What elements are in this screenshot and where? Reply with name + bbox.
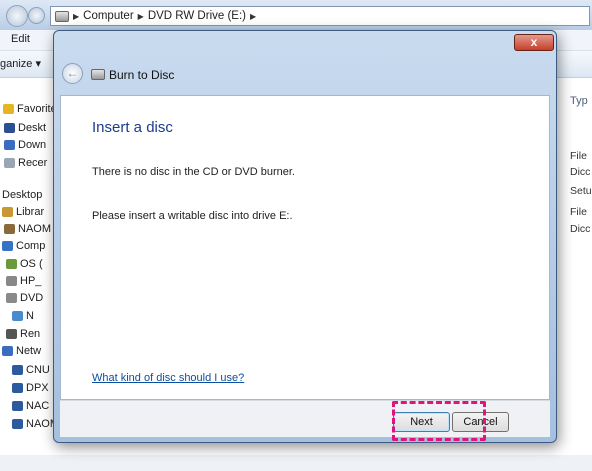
message-no-disc: There is no disc in the CD or DVD burner… xyxy=(92,166,295,178)
desktop-icon xyxy=(4,123,15,133)
nav-item[interactable]: Ren xyxy=(6,326,40,342)
address-segment-computer[interactable]: Computer xyxy=(83,10,134,22)
burn-to-disc-dialog: x ← Burn to Disc Insert a disc There is … xyxy=(53,30,557,443)
nav-item-label: NAC xyxy=(26,400,50,412)
nav-item-label: Ren xyxy=(20,328,41,340)
back-arrow-icon[interactable]: ← xyxy=(62,63,83,84)
nav-item-label: DVD xyxy=(20,292,44,304)
nav-item-label: NAOMI-XRAY-A xyxy=(26,418,54,430)
organize-button[interactable]: ganize ▾ xyxy=(0,57,41,70)
forward-button[interactable] xyxy=(28,7,45,24)
file-list-item-type[interactable]: Dicc xyxy=(570,223,590,235)
file-list-item-type[interactable]: File xyxy=(570,206,587,218)
explorer-title-bar: ▶ Computer ▶ DVD RW Drive (E:) ▶ xyxy=(0,0,592,30)
network-pc-icon xyxy=(12,365,23,375)
nav-item[interactable]: Netw xyxy=(2,343,41,359)
nav-item[interactable]: Favorite xyxy=(3,101,54,117)
address-bar[interactable]: ▶ Computer ▶ DVD RW Drive (E:) ▶ xyxy=(50,6,590,26)
downloads-icon xyxy=(4,140,15,150)
nav-item-label: Netw xyxy=(16,345,42,357)
nav-item[interactable]: OS ( xyxy=(6,256,43,272)
nav-item[interactable]: Librar xyxy=(2,204,44,220)
chevron-right-icon: ▶ xyxy=(137,11,144,21)
nav-item-label: CNU xyxy=(26,364,50,376)
nav-item[interactable]: DPX xyxy=(12,380,49,396)
status-strip xyxy=(0,455,592,471)
next-button-highlight xyxy=(392,401,486,441)
nav-item-label: Comp xyxy=(16,240,46,252)
file-icon xyxy=(12,311,23,321)
navigation-pane: Favorite Deskt Down Recer Desktop Librar NAOM C… xyxy=(0,78,54,471)
nav-item[interactable]: HP_ xyxy=(6,273,41,289)
address-segment-dvd[interactable]: DVD RW Drive (E:) xyxy=(148,10,246,22)
file-list-item-type[interactable]: Setu xyxy=(570,185,592,197)
nav-item-label: DPX xyxy=(26,382,49,394)
close-button[interactable]: x xyxy=(514,34,554,51)
dialog-header: ← Burn to Disc xyxy=(60,57,550,91)
nav-item-label: Favorite xyxy=(17,103,54,115)
network-pc-icon xyxy=(12,383,23,393)
nav-item[interactable]: DVD xyxy=(6,290,43,306)
chevron-right-icon: ▶ xyxy=(250,11,257,21)
nav-item[interactable]: NAOM xyxy=(4,221,51,237)
menu-edit[interactable]: Edit xyxy=(11,33,30,45)
help-link[interactable]: What kind of disc should I use? xyxy=(92,372,244,384)
nav-item-label: Down xyxy=(18,139,47,151)
nav-item[interactable]: CNU xyxy=(12,362,50,378)
back-button[interactable] xyxy=(6,5,28,27)
nav-item[interactable]: Desktop xyxy=(2,187,42,203)
user-icon xyxy=(4,224,15,234)
drive-icon xyxy=(6,276,17,286)
dialog-title: Burn to Disc xyxy=(109,68,175,82)
nav-item-label: Desktop xyxy=(2,189,43,201)
nav-item-label: OS ( xyxy=(20,258,43,270)
network-pc-icon xyxy=(12,401,23,411)
network-icon xyxy=(2,346,13,356)
nav-item-label: NAOM xyxy=(18,223,51,235)
column-header-type[interactable]: Typ xyxy=(570,95,588,107)
nav-item[interactable]: Deskt xyxy=(4,120,46,136)
file-list-item-type[interactable]: Dicc xyxy=(570,166,590,178)
nav-item-label: Deskt xyxy=(18,122,47,134)
burn-drive-icon xyxy=(91,69,105,80)
chevron-right-icon: ▶ xyxy=(73,11,80,21)
removable-drive-icon xyxy=(6,329,17,339)
nav-item-label: Librar xyxy=(16,206,45,218)
computer-icon xyxy=(2,241,13,251)
file-list-item-type[interactable]: File xyxy=(570,150,587,162)
dialog-body: Insert a disc There is no disc in the CD… xyxy=(60,95,550,400)
file-list xyxy=(557,78,592,471)
drive-icon xyxy=(55,10,69,22)
network-pc-icon xyxy=(12,419,23,429)
nav-item[interactable]: N xyxy=(12,308,34,324)
libraries-icon xyxy=(2,207,13,217)
nav-item-label: HP_ xyxy=(20,275,42,287)
message-insert-disc: Please insert a writable disc into drive… xyxy=(92,210,293,222)
main-instruction: Insert a disc xyxy=(92,119,173,136)
os-drive-icon xyxy=(6,259,17,269)
nav-item-label: N xyxy=(26,310,34,322)
star-icon xyxy=(3,104,14,114)
nav-item-label: Recer xyxy=(18,157,48,169)
nav-item[interactable]: Comp xyxy=(2,238,45,254)
dvd-drive-icon xyxy=(6,293,17,303)
nav-item[interactable]: NAOMI-XRAY-A xyxy=(12,416,54,432)
nav-item[interactable]: Down xyxy=(4,137,46,153)
recent-places-icon xyxy=(4,158,15,168)
nav-item[interactable]: NAC xyxy=(12,398,49,414)
nav-item[interactable]: Recer xyxy=(4,155,47,171)
